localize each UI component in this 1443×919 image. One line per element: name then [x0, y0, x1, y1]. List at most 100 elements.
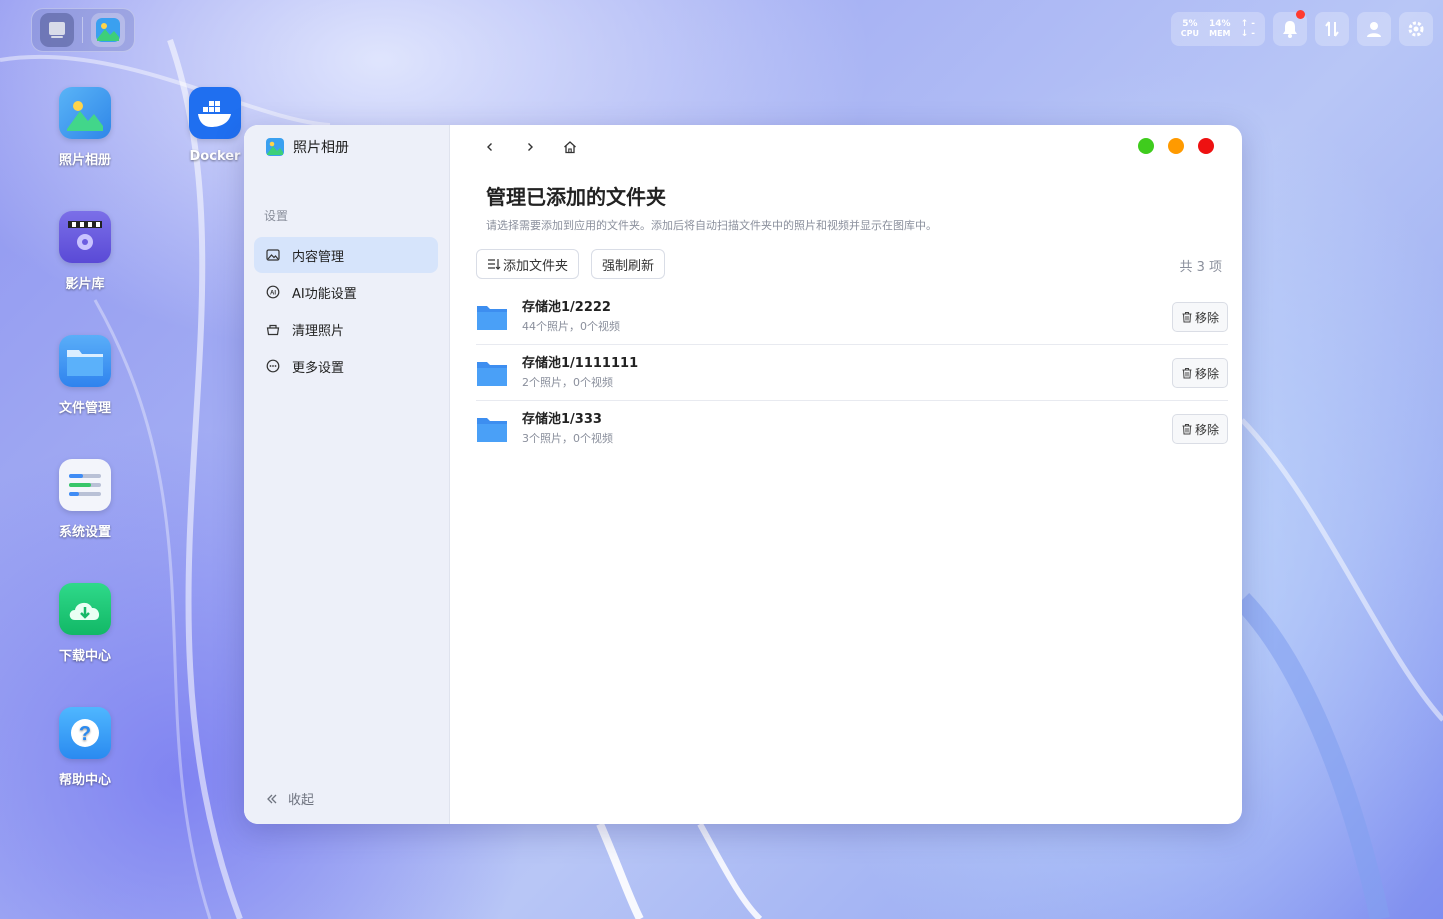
notifications-button[interactable] — [1273, 10, 1307, 46]
chevron-right-icon — [528, 143, 533, 151]
sidebar-item-ai-settings[interactable]: AI AI功能设置 — [254, 274, 438, 310]
list-item: 存储池1/2222 44个照片，0个视频 移除 — [476, 289, 1228, 345]
svg-text:?: ? — [79, 723, 91, 745]
running-app-photos[interactable] — [91, 13, 125, 47]
user-icon — [1367, 22, 1381, 37]
desktop-icon-label: 影片库 — [65, 277, 105, 292]
desktop-icon-label: 文件管理 — [58, 401, 111, 416]
add-folder-label: 添加文件夹 — [503, 258, 569, 274]
photos-icon — [59, 87, 111, 139]
forward-button[interactable] — [520, 137, 540, 157]
download-cloud-icon — [59, 583, 111, 635]
add-folder-button[interactable]: 添加文件夹 — [476, 249, 580, 279]
folder-name: 存储池1/1111111 — [522, 355, 639, 371]
folder-icon — [477, 305, 507, 330]
back-button[interactable] — [480, 137, 500, 157]
sidebar-item-content-management[interactable]: 内容管理 — [254, 237, 438, 273]
close-button[interactable] — [1198, 138, 1214, 154]
resource-monitor[interactable]: 5% CPU 14% MEM ↑ - ↓ - — [1170, 12, 1265, 46]
desktop-app-file-manager[interactable]: 文件管理 — [35, 335, 135, 416]
desktop-icon — [49, 22, 65, 38]
remove-label: 移除 — [1194, 366, 1219, 381]
folder-meta: 3个照片，0个视频 — [522, 432, 613, 445]
action-bar: 添加文件夹 强制刷新 — [476, 249, 666, 279]
desktop-app-help-center[interactable]: ? 帮助中心 — [35, 707, 135, 788]
folder-name: 存储池1/333 — [522, 412, 602, 427]
home-button[interactable] — [560, 137, 580, 157]
page-title: 管理已添加的文件夹 — [486, 185, 666, 209]
desktop-app-download-center[interactable]: 下载中心 — [35, 583, 135, 664]
photos-icon — [96, 18, 120, 42]
cpu-label: CPU — [1180, 29, 1200, 38]
remove-label: 移除 — [1194, 310, 1219, 325]
upload-rate: ↑ - — [1240, 19, 1255, 29]
photos-icon — [266, 138, 284, 156]
system-status-bar: 5% CPU 14% MEM ↑ - ↓ - — [1170, 10, 1433, 46]
folder-name: 存储池1/2222 — [522, 299, 611, 315]
sidebar-nav: 内容管理 AI AI功能设置 清理照片 更多设置 — [254, 237, 438, 385]
main-content: 管理已添加的文件夹 请选择需要添加到应用的文件夹。添加后将自动扫描文件夹中的照片… — [450, 125, 1242, 824]
folder-icon — [59, 335, 111, 387]
bell-icon — [1283, 21, 1297, 38]
app-title-text: 照片相册 — [293, 140, 349, 156]
folder-list: 存储池1/2222 44个照片，0个视频 移除 存储池1/1111111 2个照… — [476, 289, 1228, 457]
folder-icon — [477, 361, 507, 386]
more-icon — [266, 359, 280, 373]
remove-folder-button[interactable]: 移除 — [1171, 358, 1228, 388]
folder-meta: 2个照片，0个视频 — [522, 375, 613, 389]
list-item: 存储池1/333 3个照片，0个视频 移除 — [476, 401, 1228, 457]
transfer-button[interactable] — [1315, 12, 1349, 46]
trash-icon — [1182, 312, 1192, 323]
download-rate: ↓ - — [1240, 29, 1255, 39]
transfer-arrows-icon — [1325, 21, 1339, 37]
app-title: 照片相册 — [265, 137, 349, 157]
sidebar-item-label: 内容管理 — [292, 249, 345, 265]
chevron-left-icon — [487, 143, 492, 151]
desktop-icon-label: 系统设置 — [58, 525, 111, 540]
cpu-stat: 5% CPU — [1181, 19, 1199, 39]
trash-icon — [1182, 424, 1192, 435]
folder-info: 存储池1/333 3个照片，0个视频 — [522, 411, 613, 447]
basket-icon — [266, 324, 280, 336]
force-refresh-button[interactable]: 强制刷新 — [591, 249, 666, 279]
home-icon — [564, 141, 576, 154]
collapse-label: 收起 — [288, 793, 315, 808]
desktop-icon-label: 照片相册 — [58, 153, 111, 168]
page-description: 请选择需要添加到应用的文件夹。添加后将自动扫描文件夹中的照片和视频并显示在图库中… — [486, 219, 937, 232]
section-label: 设置 — [264, 209, 289, 223]
folder-meta: 44个照片，0个视频 — [522, 319, 620, 333]
force-refresh-label: 强制刷新 — [602, 258, 655, 274]
remove-folder-button[interactable]: 移除 — [1171, 302, 1228, 332]
sidebar: 照片相册 设置 内容管理 AI AI功能设置 清理照片 更多设置 收起 — [244, 125, 450, 824]
image-icon — [266, 249, 280, 261]
trash-icon — [1182, 368, 1192, 379]
settings-button[interactable] — [1399, 12, 1433, 46]
network-stat: ↑ - ↓ - — [1241, 19, 1255, 39]
sidebar-item-label: 更多设置 — [292, 360, 345, 376]
remove-label: 移除 — [1194, 422, 1219, 437]
remove-folder-button[interactable]: 移除 — [1171, 414, 1228, 444]
desktop-app-movie-library[interactable]: 影片库 — [35, 211, 135, 292]
taskbar-dock — [31, 8, 135, 52]
desktop-icon-label: 下载中心 — [58, 649, 111, 664]
docker-icon — [189, 87, 241, 139]
list-item: 存储池1/1111111 2个照片，0个视频 移除 — [476, 345, 1228, 401]
dock-divider — [82, 17, 83, 43]
movie-library-icon — [59, 211, 111, 263]
sidebar-item-clean-photos[interactable]: 清理照片 — [254, 311, 438, 347]
window-controls — [1138, 138, 1214, 154]
user-button[interactable] — [1357, 12, 1391, 46]
desktop-app-system-settings[interactable]: 系统设置 — [35, 459, 135, 540]
desktop-app-photos[interactable]: 照片相册 — [35, 87, 135, 168]
maximize-button[interactable] — [1138, 138, 1154, 154]
ai-icon: AI — [266, 285, 280, 299]
show-desktop-button[interactable] — [40, 13, 74, 47]
mem-stat: 14% MEM — [1209, 19, 1231, 39]
collapse-sidebar-button[interactable]: 收起 — [266, 789, 314, 808]
minimize-button[interactable] — [1168, 138, 1184, 154]
sidebar-item-more-settings[interactable]: 更多设置 — [254, 348, 438, 384]
photos-settings-window: 照片相册 设置 内容管理 AI AI功能设置 清理照片 更多设置 收起 管理已添… — [244, 125, 1242, 824]
sidebar-item-label: 清理照片 — [292, 323, 345, 339]
cpu-value: 5% — [1182, 19, 1198, 29]
add-list-icon — [488, 259, 501, 270]
